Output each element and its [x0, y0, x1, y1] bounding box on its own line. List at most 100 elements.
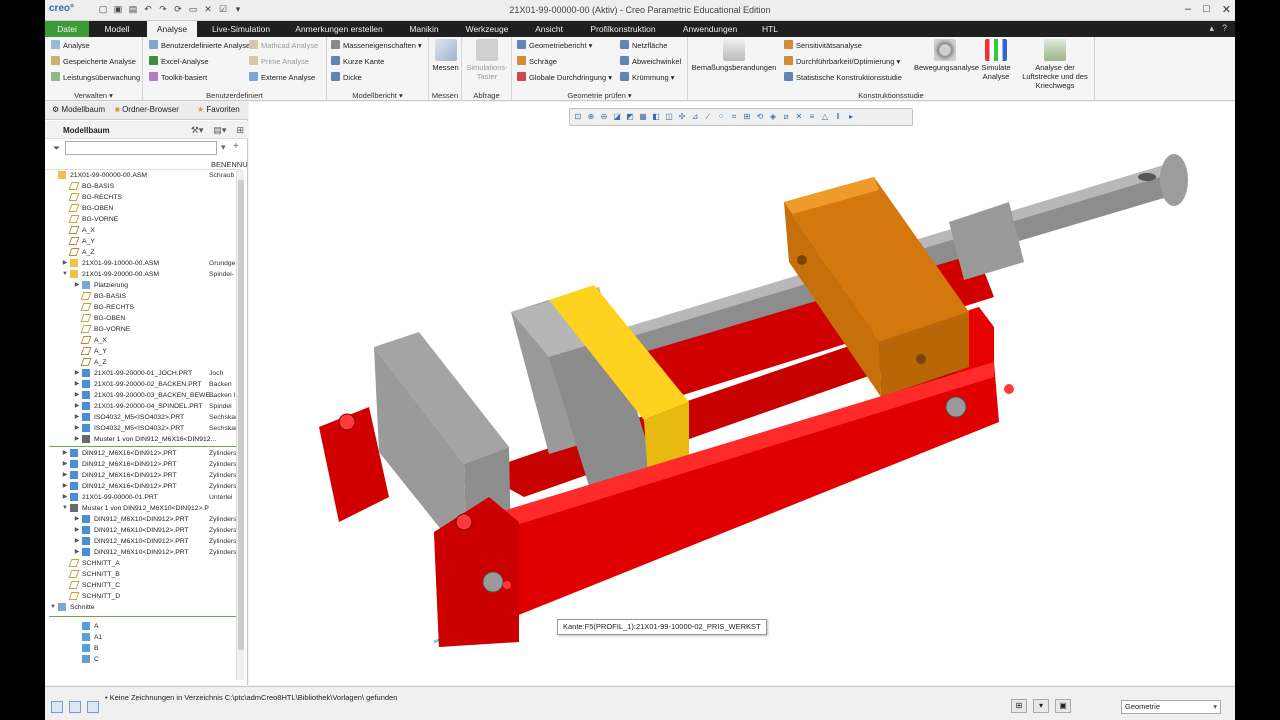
cross-icon[interactable]: ✕: [794, 111, 804, 123]
tree-row[interactable]: BG-OBEN: [45, 313, 241, 324]
simulate-analysis-button[interactable]: Simulate Analyse: [978, 39, 1014, 81]
motion-analysis-button[interactable]: Bewegungsanalyse: [914, 39, 979, 72]
curvature-button[interactable]: Krümmung ▾: [620, 72, 675, 84]
tree-row[interactable]: SCHNITT_D: [45, 591, 241, 602]
analyse-button[interactable]: Analyse: [51, 40, 90, 52]
smart-select-icon[interactable]: ⊞: [1011, 699, 1027, 713]
tree-row[interactable]: 21X01-99-00000-00.ASM Schraub: [45, 170, 241, 181]
tab-favoriten[interactable]: ★ Favoriten: [197, 105, 240, 114]
tree-row[interactable]: SCHNITT_A: [45, 558, 241, 569]
axis-display-icon[interactable]: ∕: [703, 111, 713, 123]
tab-modell[interactable]: Modell: [95, 21, 139, 37]
tab-profilkonstruktion[interactable]: Profilkonstruktion: [581, 21, 665, 37]
tab-anmerkungen[interactable]: Anmerkungen erstellen: [289, 21, 389, 37]
tab-live-simulation[interactable]: Live-Simulation: [205, 21, 277, 37]
zoom-out-icon[interactable]: ⊖: [599, 111, 609, 123]
tree-settings-icon[interactable]: ⚒▾: [191, 125, 204, 136]
tree-row[interactable]: ▶ 21X01-99-20000-01_JOCH.PRT Joch: [45, 368, 241, 379]
selected-items-icon[interactable]: ▣: [1055, 699, 1071, 713]
maximize-button[interactable]: □: [1203, 3, 1210, 16]
tab-anwendungen[interactable]: Anwendungen: [677, 21, 743, 37]
tab-ordner-browser[interactable]: ■ Ordner-Browser: [115, 105, 179, 114]
custom-analysis-button[interactable]: Benutzerdefinierte Analyse: [149, 40, 250, 52]
tree-row[interactable]: C: [45, 654, 241, 665]
tree-row[interactable]: ▶ ISO4032_M5<ISO4032>.PRT Sechskar: [45, 423, 241, 434]
tree-row[interactable]: BG-OBEN: [45, 203, 241, 214]
tab-manikin[interactable]: Manikin: [399, 21, 449, 37]
tab-werkzeuge[interactable]: Werkzeuge: [459, 21, 515, 37]
expand-toggle-icon[interactable]: ▶: [73, 412, 81, 423]
expand-toggle-icon[interactable]: ▶: [73, 401, 81, 412]
tree-row[interactable]: ▼ 21X01-99-20000-00.ASM Spindel-: [45, 269, 241, 280]
tree-row[interactable]: ▶ Muster 1 von DIN912_M6X16<DIN912...: [45, 434, 241, 445]
tree-row[interactable]: SCHNITT_C: [45, 580, 241, 591]
tree-row[interactable]: BG-VORNE: [45, 324, 241, 335]
view-manager-icon[interactable]: ◧: [651, 111, 661, 123]
expand-toggle-icon[interactable]: ▶: [73, 390, 81, 401]
tree-row[interactable]: ▶ 21X01-99-00000-01.PRT Unterlei: [45, 492, 241, 503]
expand-toggle-icon[interactable]: ▶: [61, 492, 69, 503]
expand-toggle-icon[interactable]: ▼: [49, 602, 57, 613]
expand-toggle-icon[interactable]: ▶: [73, 368, 81, 379]
mathcad-button[interactable]: Mathcad Analyse: [249, 40, 318, 52]
full-screen-icon[interactable]: [87, 701, 99, 713]
tab-modellbaum[interactable]: ⚙ Modellbaum: [52, 105, 105, 114]
tree-row[interactable]: BG-VORNE: [45, 214, 241, 225]
group-title-geometrie[interactable]: Geometrie prüfen ▾: [512, 91, 687, 100]
statistical-study-button[interactable]: Statistische Konstruktionsstudie: [784, 72, 902, 84]
tree-row[interactable]: ▼ Schnitte: [45, 602, 241, 613]
creepage-analysis-button[interactable]: Analyse der Luftstrecke und des Kriechwe…: [1016, 39, 1094, 90]
tree-filter-icon[interactable]: ⊞: [236, 125, 244, 136]
tree-row[interactable]: A_Y: [45, 346, 241, 357]
pause-icon[interactable]: ‖: [833, 111, 843, 123]
group-title-modellbericht[interactable]: Modellbericht ▾: [327, 91, 428, 100]
expand-toggle-icon[interactable]: ▼: [61, 503, 69, 514]
short-edge-button[interactable]: Kurze Kante: [331, 56, 384, 68]
draft-button[interactable]: Schräge: [517, 56, 557, 68]
prime-button[interactable]: Prime Analyse: [249, 56, 309, 68]
tab-htl[interactable]: HTL: [753, 21, 787, 37]
saved-analysis-button[interactable]: Gespeicherte Analyse: [51, 56, 136, 68]
measure-button[interactable]: Messen: [431, 39, 460, 72]
expand-toggle-icon[interactable]: ▶: [61, 481, 69, 492]
mesh-surface-button[interactable]: Netzfläche: [620, 40, 667, 52]
deviation-angle-button[interactable]: Abweichwinkel: [620, 56, 681, 68]
external-analysis-button[interactable]: Externe Analyse: [249, 72, 315, 84]
group-title-verwalten[interactable]: Verwalten ▾: [45, 91, 142, 100]
tree-row[interactable]: ▶ ISO4032_M5<ISO4032>.PRT Sechskar: [45, 412, 241, 423]
tree-columns-icon[interactable]: ▤▾: [213, 125, 226, 136]
more-icon[interactable]: ▸: [846, 111, 856, 123]
tree-row[interactable]: A_Z: [45, 247, 241, 258]
tab-ansicht[interactable]: Ansicht: [527, 21, 571, 37]
expand-toggle-icon[interactable]: ▶: [61, 258, 69, 269]
tree-row[interactable]: A_X: [45, 335, 241, 346]
tree-row[interactable]: ▶ 21X01-99-20000-03_BACKEN_BEWE... Backen …: [45, 390, 241, 401]
tree-row[interactable]: B: [45, 643, 241, 654]
tree-row[interactable]: A_X: [45, 225, 241, 236]
browser-icon[interactable]: [69, 701, 81, 713]
search-dropdown-icon[interactable]: ▾: [221, 142, 226, 153]
tree-row[interactable]: A_Y: [45, 236, 241, 247]
section-icon[interactable]: ⧄: [781, 111, 791, 123]
expand-toggle-icon[interactable]: ▶: [73, 280, 81, 291]
excel-analysis-button[interactable]: Excel-Analyse: [149, 56, 209, 68]
tree-row[interactable]: ▶ 21X01-99-20000-04_SPINDEL.PRT Spindel: [45, 401, 241, 412]
tree-row[interactable]: A1: [45, 632, 241, 643]
toolkit-button[interactable]: Toolkit-basiert: [149, 72, 207, 84]
expand-toggle-icon[interactable]: ▶: [73, 547, 81, 558]
tree-row[interactable]: ▼ Muster 1 von DIN912_M6X10<DIN912>.P: [45, 503, 241, 514]
render-icon[interactable]: ◈: [768, 111, 778, 123]
tree-row[interactable]: ▶ DIN912_M6X16<DIN912>.PRT Zylinders: [45, 470, 241, 481]
tab-analyse[interactable]: Analyse: [147, 21, 197, 37]
thickness-button[interactable]: Dicke: [331, 72, 362, 84]
minimize-button[interactable]: –: [1185, 3, 1191, 16]
tree-row[interactable]: ▶ 21X01-99-10000-00.ASM Grundge: [45, 258, 241, 269]
perspective-icon[interactable]: ◫: [664, 111, 674, 123]
tree-row[interactable]: BG-BASIS: [45, 291, 241, 302]
column-benennung[interactable]: BENENNU: [211, 160, 248, 169]
tree-row[interactable]: ▶ 21X01-99-20000-02_BACKEN.PRT Backen: [45, 379, 241, 390]
csys-display-icon[interactable]: ⌗: [729, 111, 739, 123]
simulation-probe-button[interactable]: Simulations-Taster: [464, 39, 510, 81]
expand-toggle-icon[interactable]: ▶: [73, 514, 81, 525]
close-button[interactable]: ✕: [1222, 3, 1231, 16]
